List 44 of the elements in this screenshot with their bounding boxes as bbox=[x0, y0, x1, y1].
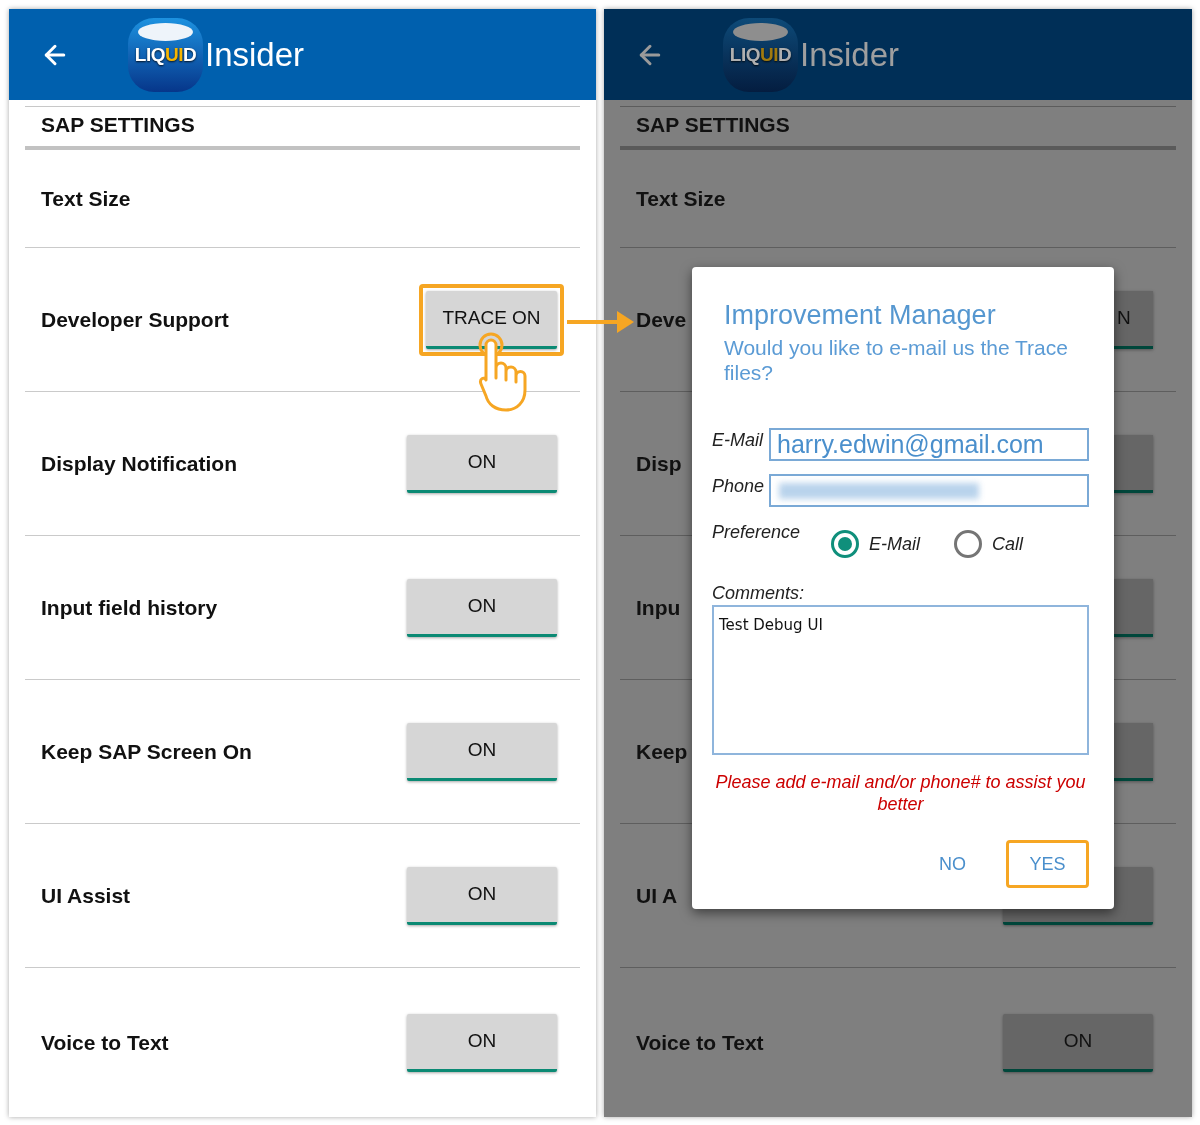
setting-label: Voice to Text bbox=[41, 1029, 169, 1056]
field-label: Comments: bbox=[712, 582, 806, 605]
section-header: SAP SETTINGS bbox=[25, 106, 580, 150]
radio-button[interactable] bbox=[831, 530, 859, 558]
setting-label: UI A bbox=[636, 882, 678, 909]
dialog-message: Would you like to e-mail us the Trace files? bbox=[723, 335, 1069, 385]
toggle-button[interactable]: ON bbox=[407, 434, 557, 493]
toggle-button[interactable] bbox=[1114, 578, 1153, 637]
field-label: Preference bbox=[712, 521, 802, 544]
setting-label: Inpu bbox=[636, 594, 681, 621]
field-label: E-Mail bbox=[712, 429, 765, 452]
app-logo: LIQUID bbox=[128, 17, 203, 92]
dialog-button[interactable]: NO bbox=[927, 840, 978, 888]
setting-label: Keep SAP Screen On bbox=[41, 738, 252, 765]
section-header: SAP SETTINGS bbox=[620, 106, 1176, 150]
dialog-title: Improvement Manager bbox=[723, 299, 997, 331]
radio-button[interactable] bbox=[954, 530, 982, 558]
comments-field[interactable]: Test Debug UI bbox=[712, 605, 1089, 755]
field-label: Phone bbox=[712, 475, 766, 498]
setting-label: Text Size bbox=[636, 185, 726, 212]
setting-label: Voice to Text bbox=[636, 1029, 764, 1056]
toggle-button[interactable] bbox=[1114, 434, 1153, 493]
setting-label: Keep bbox=[636, 738, 688, 765]
toggle-button[interactable]: ON bbox=[407, 1013, 557, 1072]
toggle-button[interactable]: ON bbox=[407, 722, 557, 781]
toggle-button[interactable] bbox=[1114, 722, 1153, 781]
connector-arrow bbox=[567, 311, 634, 333]
setting-label: Display Notification bbox=[41, 450, 238, 477]
app-logo: LIQUID bbox=[723, 17, 798, 92]
toggle-button[interactable]: TRACE ON bbox=[426, 290, 557, 349]
setting-label: Text Size bbox=[41, 185, 131, 212]
setting-label: UI Assist bbox=[41, 882, 131, 909]
warning-message: Please add e-mail and/or phone# to assist you better bbox=[714, 771, 1087, 815]
setting-label: Input field history bbox=[41, 594, 218, 621]
setting-label: Deve bbox=[636, 306, 687, 333]
toggle-button[interactable]: ON bbox=[407, 578, 557, 637]
radio-label: E-Mail bbox=[869, 533, 920, 556]
app-title: Insider bbox=[205, 38, 305, 71]
setting-label: Developer Support bbox=[41, 306, 229, 333]
app-title: Insider bbox=[800, 38, 900, 71]
radio-label: Call bbox=[992, 533, 1024, 556]
toggle-button[interactable]: ON bbox=[407, 866, 557, 925]
phone-field[interactable] bbox=[769, 474, 1089, 507]
setting-label: Disp bbox=[636, 450, 682, 477]
